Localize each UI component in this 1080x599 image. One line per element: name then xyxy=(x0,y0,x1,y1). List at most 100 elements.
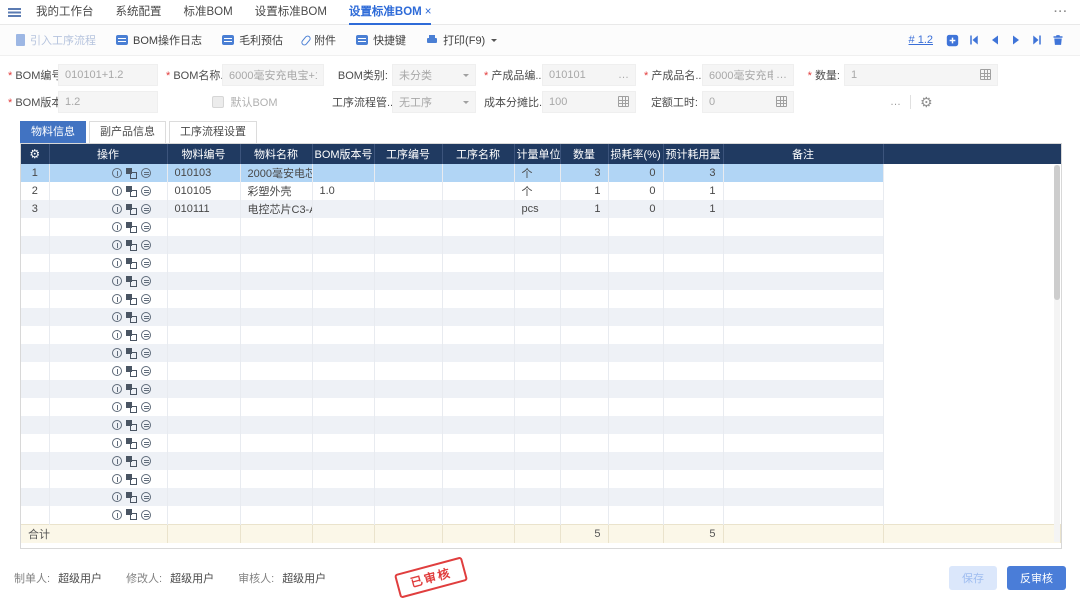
table-row[interactable] xyxy=(21,236,1061,254)
replace-icon[interactable] xyxy=(126,330,137,341)
quota-hours-input[interactable]: 0 xyxy=(702,91,794,113)
replace-icon[interactable] xyxy=(126,509,137,520)
replace-icon[interactable] xyxy=(126,492,137,503)
log-button[interactable]: BOM操作日志 xyxy=(116,32,202,48)
replace-icon[interactable] xyxy=(126,438,137,449)
column-header[interactable]: 物料名称 xyxy=(240,144,312,164)
info-icon[interactable] xyxy=(112,474,122,484)
table-row[interactable]: 2010105彩塑外壳1.0个101 xyxy=(21,182,1061,200)
column-header[interactable]: 操作 xyxy=(49,144,167,164)
swap-icon[interactable] xyxy=(141,240,151,250)
column-header[interactable]: 损耗率(%) xyxy=(608,144,663,164)
swap-icon[interactable] xyxy=(141,258,151,268)
table-row[interactable] xyxy=(21,344,1061,362)
cost-ratio-input[interactable]: 100 xyxy=(542,91,636,113)
swap-icon[interactable] xyxy=(141,186,151,196)
menu-collapse-icon[interactable] xyxy=(8,7,21,17)
shortcut-button[interactable]: 快捷键 xyxy=(356,32,406,48)
column-header[interactable]: BOM版本号 xyxy=(312,144,374,164)
replace-icon[interactable] xyxy=(126,168,137,179)
save-button[interactable]: 保存 xyxy=(949,566,997,590)
table-row[interactable] xyxy=(21,416,1061,434)
copy-new-icon[interactable] xyxy=(946,34,959,47)
swap-icon[interactable] xyxy=(141,168,151,178)
column-header[interactable]: 工序编号 xyxy=(374,144,442,164)
info-icon[interactable] xyxy=(112,168,122,178)
swap-icon[interactable] xyxy=(141,402,151,412)
info-icon[interactable] xyxy=(112,402,122,412)
default-bom-checkbox[interactable] xyxy=(212,96,224,108)
quantity-input[interactable]: 1 xyxy=(844,64,998,86)
replace-icon[interactable] xyxy=(126,402,137,413)
lookup-icon[interactable]: … xyxy=(618,69,629,81)
swap-icon[interactable] xyxy=(141,348,151,358)
table-row[interactable] xyxy=(21,308,1061,326)
swap-icon[interactable] xyxy=(141,510,151,520)
replace-icon[interactable] xyxy=(126,204,137,215)
tab-active[interactable]: 物料信息 xyxy=(20,121,86,143)
lookup-icon[interactable]: … xyxy=(776,69,787,81)
table-row[interactable] xyxy=(21,326,1061,344)
table-row[interactable] xyxy=(21,380,1061,398)
replace-icon[interactable] xyxy=(126,312,137,323)
info-icon[interactable] xyxy=(112,420,122,430)
info-icon[interactable] xyxy=(112,222,122,232)
replace-icon[interactable] xyxy=(126,420,137,431)
replace-icon[interactable] xyxy=(126,294,137,305)
table-row[interactable] xyxy=(21,452,1061,470)
replace-icon[interactable] xyxy=(126,222,137,233)
bom-category-select[interactable]: 未分类 xyxy=(392,64,476,86)
info-icon[interactable] xyxy=(112,366,122,376)
replace-icon[interactable] xyxy=(126,258,137,269)
replace-icon[interactable] xyxy=(126,456,137,467)
attachment-button[interactable]: 附件 xyxy=(303,32,336,48)
gear-icon[interactable] xyxy=(29,147,40,161)
replace-icon[interactable] xyxy=(126,186,137,197)
swap-icon[interactable] xyxy=(141,276,151,286)
info-icon[interactable] xyxy=(112,348,122,358)
more-menu-icon[interactable]: ··· xyxy=(1054,6,1068,18)
swap-icon[interactable] xyxy=(141,222,151,232)
calculator-icon[interactable] xyxy=(980,69,991,80)
document-button[interactable]: 引入工序流程 xyxy=(16,32,96,48)
swap-icon[interactable] xyxy=(141,384,151,394)
replace-icon[interactable] xyxy=(126,474,137,485)
scrollbar-thumb[interactable] xyxy=(1054,165,1060,300)
unapprove-button[interactable]: 反审核 xyxy=(1007,566,1066,590)
swap-icon[interactable] xyxy=(141,312,151,322)
replace-icon[interactable] xyxy=(126,366,137,377)
bom-name-input[interactable]: 6000毫安充电宝+1.2 xyxy=(222,64,324,86)
tab-item[interactable]: 工序流程设置 xyxy=(169,121,257,143)
info-icon[interactable] xyxy=(112,240,122,250)
bom-no-input[interactable]: 010101+1.2 xyxy=(58,64,158,86)
prev-page-icon[interactable] xyxy=(989,34,1001,46)
column-header[interactable]: 数量 xyxy=(560,144,608,164)
profit-button[interactable]: 毛利预估 xyxy=(222,32,283,48)
info-icon[interactable] xyxy=(112,438,122,448)
swap-icon[interactable] xyxy=(141,492,151,502)
swap-icon[interactable] xyxy=(141,294,151,304)
next-page-icon[interactable] xyxy=(1010,34,1022,46)
swap-icon[interactable] xyxy=(141,204,151,214)
main-tab[interactable]: 设置标准BOM× xyxy=(349,0,432,25)
column-header[interactable]: 物料编号 xyxy=(167,144,240,164)
replace-icon[interactable] xyxy=(126,240,137,251)
print-button[interactable]: 打印(F9) xyxy=(426,32,497,48)
table-row[interactable] xyxy=(21,272,1061,290)
table-row[interactable] xyxy=(21,362,1061,380)
swap-icon[interactable] xyxy=(141,420,151,430)
main-tab[interactable]: 我的工作台 xyxy=(36,0,94,25)
info-icon[interactable] xyxy=(112,312,122,322)
swap-icon[interactable] xyxy=(141,438,151,448)
info-icon[interactable] xyxy=(112,276,122,286)
version-link[interactable]: # 1.2 xyxy=(909,34,933,46)
replace-icon[interactable] xyxy=(126,348,137,359)
info-icon[interactable] xyxy=(112,330,122,340)
main-tab[interactable]: 标准BOM xyxy=(184,0,233,25)
table-row[interactable]: 10101032000毫安电芯个303 xyxy=(21,164,1061,182)
table-row[interactable]: 3010111电控芯片C3-AApcs101 xyxy=(21,200,1061,218)
calculator-icon[interactable] xyxy=(776,96,787,107)
info-icon[interactable] xyxy=(112,510,122,520)
table-row[interactable] xyxy=(21,434,1061,452)
last-page-icon[interactable] xyxy=(1031,34,1043,46)
